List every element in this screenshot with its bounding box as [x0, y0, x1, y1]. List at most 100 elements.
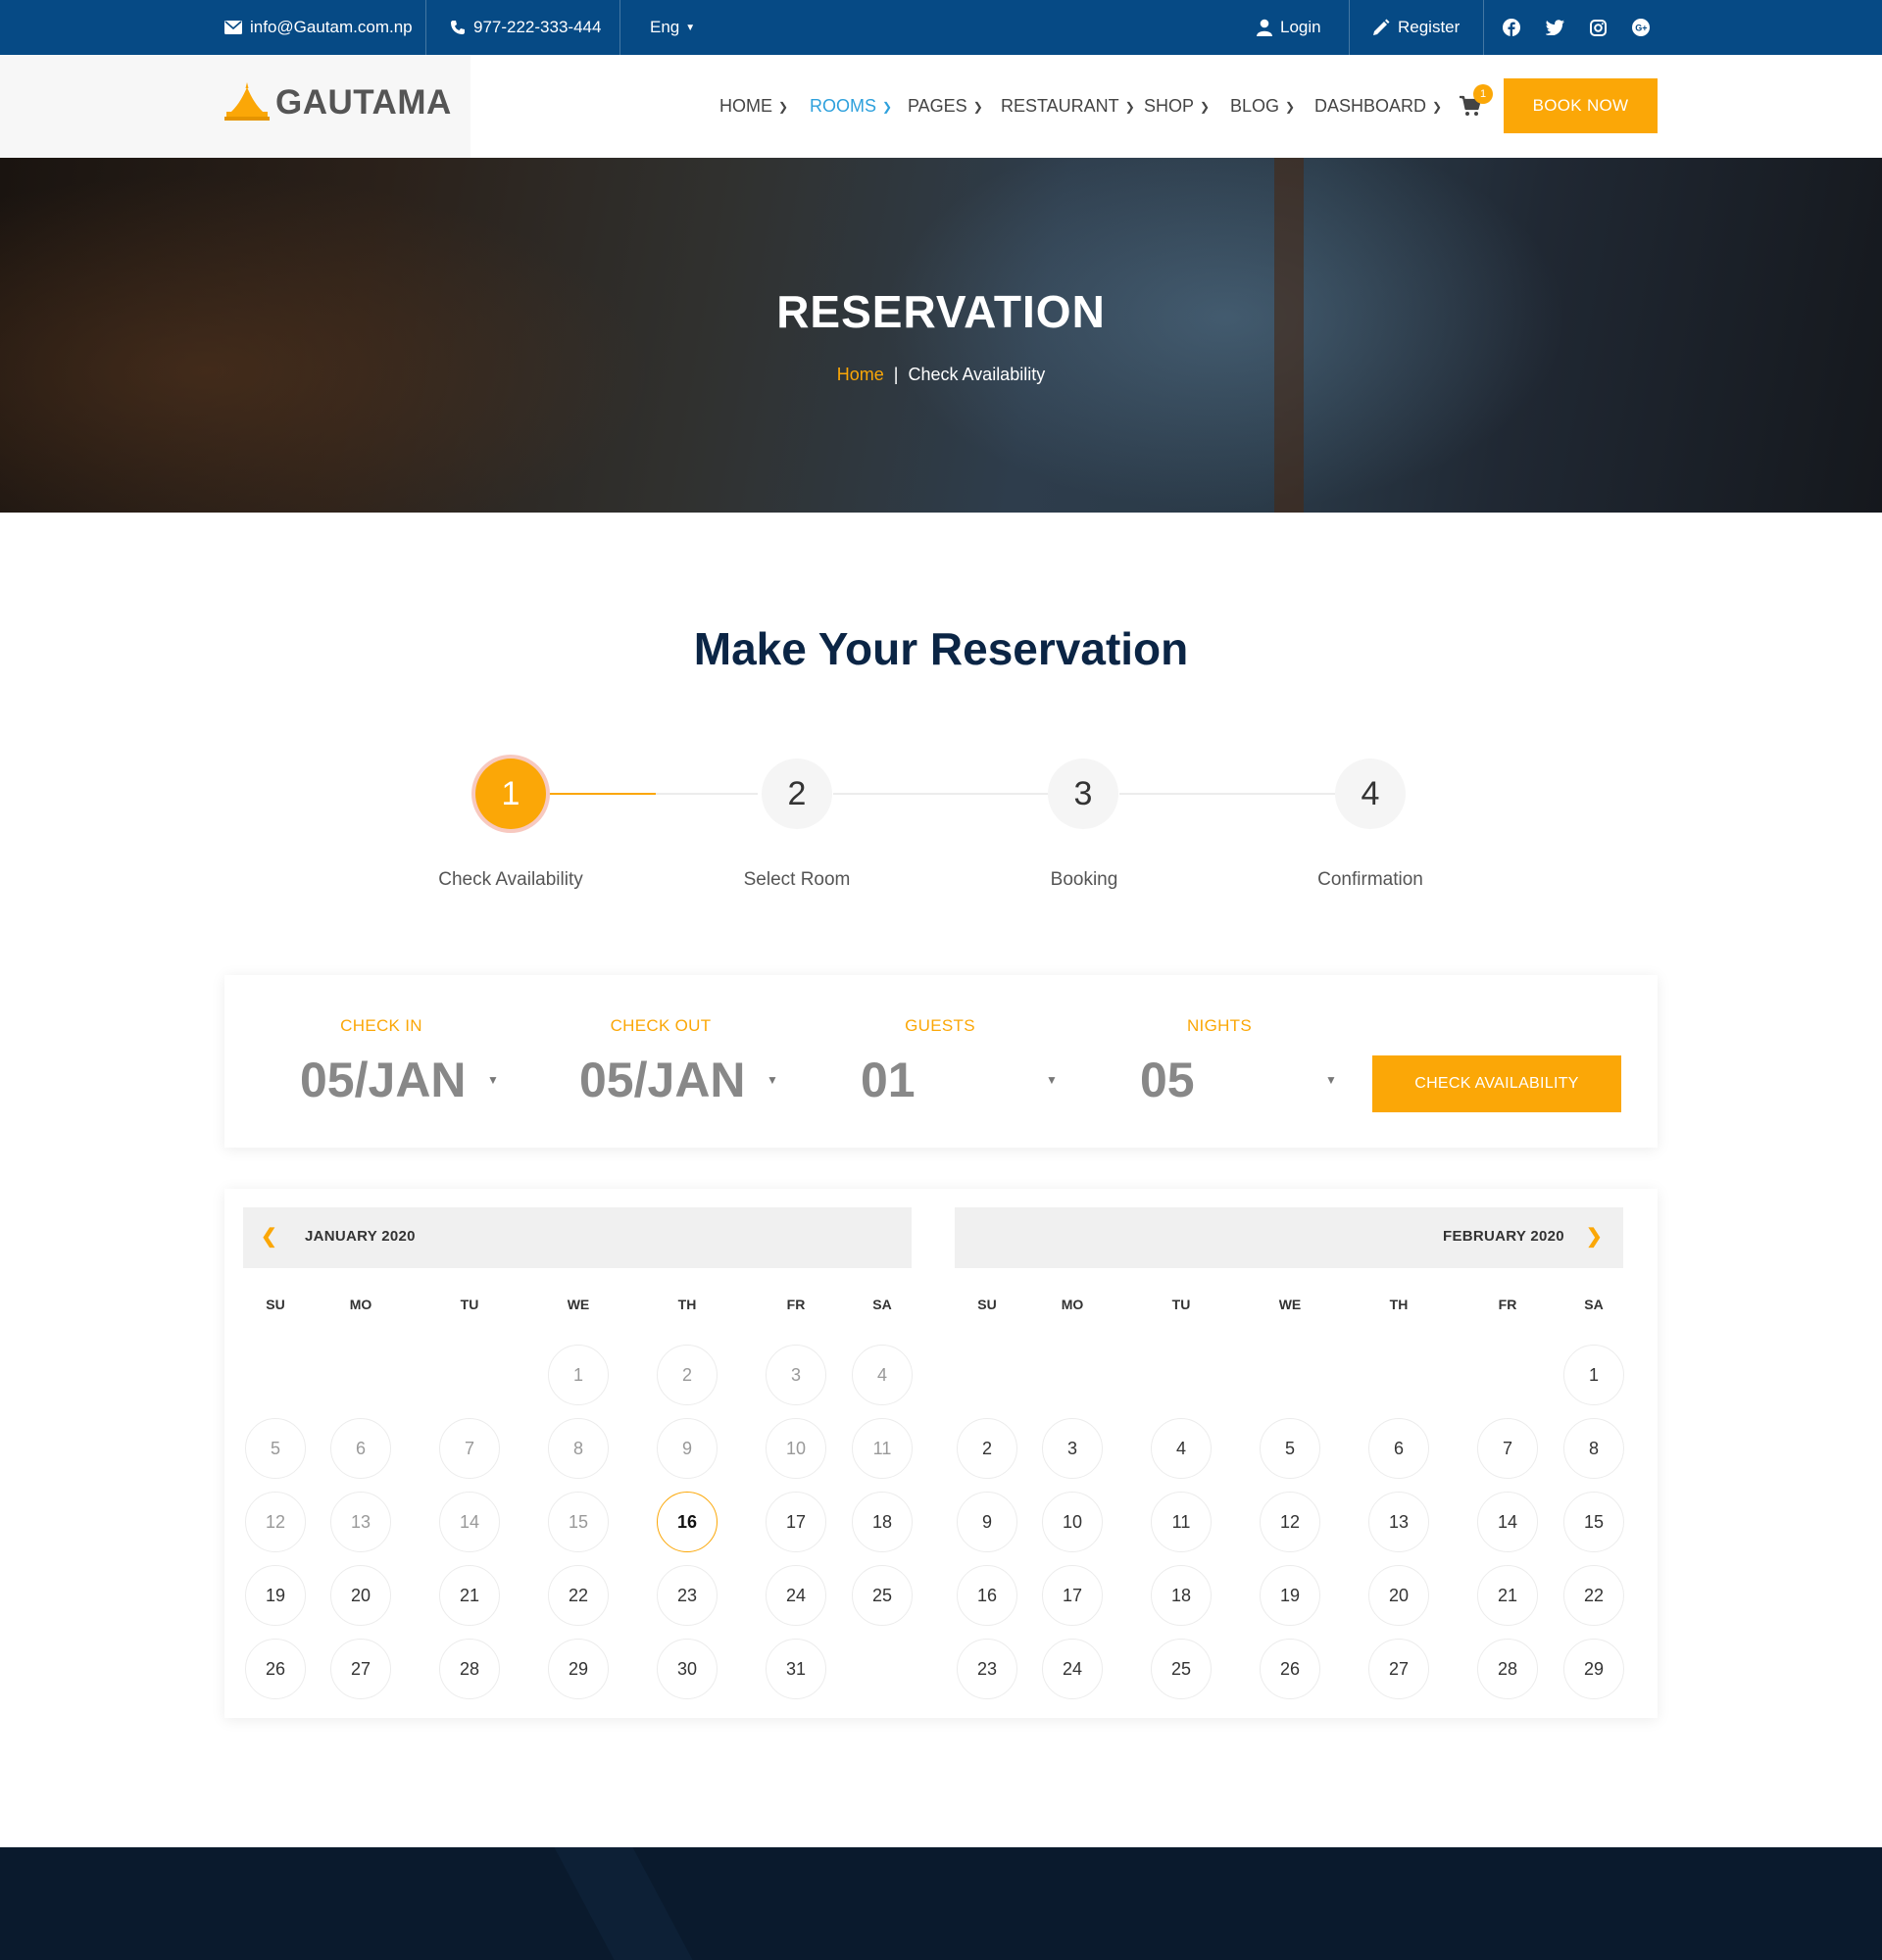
calendar-day[interactable]: 14: [1477, 1492, 1538, 1552]
calendar-day[interactable]: 10: [766, 1418, 826, 1479]
step-3-circle[interactable]: 3: [1048, 759, 1118, 829]
calendar-day[interactable]: 21: [1477, 1565, 1538, 1626]
calendar-day[interactable]: 28: [1477, 1639, 1538, 1699]
calendar-day[interactable]: 15: [548, 1492, 609, 1552]
calendar-day[interactable]: 1: [1563, 1345, 1624, 1405]
instagram-icon[interactable]: [1588, 18, 1608, 37]
calendar-day[interactable]: 14: [439, 1492, 500, 1552]
breadcrumb-home-link[interactable]: Home: [837, 365, 884, 384]
calendar-day[interactable]: 7: [1477, 1418, 1538, 1479]
calendar-day[interactable]: 24: [766, 1565, 826, 1626]
twitter-icon[interactable]: [1545, 18, 1564, 37]
calendar-day[interactable]: 16: [957, 1565, 1017, 1626]
weekday-header: SA: [1584, 1297, 1604, 1312]
calendar-day[interactable]: 8: [548, 1418, 609, 1479]
calendar-day[interactable]: 6: [330, 1418, 391, 1479]
email-link[interactable]: info@Gautam.com.np: [224, 0, 413, 55]
calendar-day[interactable]: 18: [1151, 1565, 1212, 1626]
google-plus-icon[interactable]: G+: [1631, 18, 1651, 37]
phone-link[interactable]: 977-222-333-444: [450, 0, 601, 55]
calendar-day[interactable]: 23: [957, 1639, 1017, 1699]
check-out-field[interactable]: CHECK OUT 05/JAN ▼: [504, 975, 783, 1148]
calendar-day[interactable]: 11: [1151, 1492, 1212, 1552]
nav-home[interactable]: HOME ❯: [719, 55, 788, 158]
top-bar: info@Gautam.com.np 977-222-333-444 Eng ▼…: [0, 0, 1882, 55]
calendar-day[interactable]: 4: [852, 1345, 913, 1405]
calendar-day[interactable]: 10: [1042, 1492, 1103, 1552]
guests-field[interactable]: GUESTS 01 ▼: [783, 975, 1063, 1148]
step-2-circle[interactable]: 2: [762, 759, 832, 829]
calendar-day[interactable]: 19: [1260, 1565, 1320, 1626]
calendar-day[interactable]: 7: [439, 1418, 500, 1479]
divider: [619, 0, 620, 55]
calendar-day[interactable]: 26: [245, 1639, 306, 1699]
calendar-day[interactable]: 19: [245, 1565, 306, 1626]
calendar-day[interactable]: 23: [657, 1565, 718, 1626]
calendar-day[interactable]: 9: [957, 1492, 1017, 1552]
calendar-day[interactable]: 5: [245, 1418, 306, 1479]
login-link[interactable]: Login: [1257, 0, 1321, 55]
calendar-day[interactable]: 30: [657, 1639, 718, 1699]
calendar-day[interactable]: 22: [548, 1565, 609, 1626]
calendar-day[interactable]: 6: [1368, 1418, 1429, 1479]
calendar-day[interactable]: 29: [548, 1639, 609, 1699]
calendar-day[interactable]: 25: [852, 1565, 913, 1626]
register-link[interactable]: Register: [1372, 0, 1460, 55]
chevron-left-icon[interactable]: ❮: [261, 1224, 277, 1249]
calendar-day[interactable]: 27: [330, 1639, 391, 1699]
calendar-day[interactable]: 29: [1563, 1639, 1624, 1699]
chevron-down-icon: ❯: [1200, 99, 1211, 114]
nav-pages[interactable]: PAGES ❯: [908, 55, 983, 158]
book-now-button[interactable]: BOOK NOW: [1504, 78, 1658, 133]
calendar-day[interactable]: 2: [657, 1345, 718, 1405]
calendar-day[interactable]: 9: [657, 1418, 718, 1479]
calendar-day[interactable]: 31: [766, 1639, 826, 1699]
step-4-circle[interactable]: 4: [1335, 759, 1406, 829]
nights-field[interactable]: NIGHTS 05 ▼: [1063, 975, 1342, 1148]
calendar-day[interactable]: 2: [957, 1418, 1017, 1479]
calendar-day[interactable]: 22: [1563, 1565, 1624, 1626]
chevron-down-icon: ❯: [1285, 99, 1296, 114]
calendar-day-today[interactable]: 16: [657, 1492, 718, 1552]
facebook-icon[interactable]: [1502, 18, 1521, 37]
check-in-field[interactable]: CHECK IN 05/JAN ▼: [224, 975, 504, 1148]
calendar-day[interactable]: 27: [1368, 1639, 1429, 1699]
calendar-day[interactable]: 5: [1260, 1418, 1320, 1479]
chevron-right-icon[interactable]: ❯: [1586, 1224, 1603, 1249]
calendar-day[interactable]: 21: [439, 1565, 500, 1626]
nav-blog[interactable]: BLOG ❯: [1230, 55, 1295, 158]
step-1-circle[interactable]: 1: [475, 759, 546, 829]
site-logo[interactable]: GAUTAMA: [224, 82, 452, 123]
nav-restaurant-label: RESTAURANT: [1001, 96, 1119, 116]
calendar-day[interactable]: 17: [766, 1492, 826, 1552]
calendar-day[interactable]: 11: [852, 1418, 913, 1479]
calendar-day[interactable]: 24: [1042, 1639, 1103, 1699]
calendar-day[interactable]: 20: [1368, 1565, 1429, 1626]
nav-restaurant[interactable]: RESTAURANT ❯: [1001, 55, 1135, 158]
nav-rooms[interactable]: ROOMS ❯: [810, 55, 892, 158]
calendar-day[interactable]: 13: [1368, 1492, 1429, 1552]
nav-shop[interactable]: SHOP ❯: [1144, 55, 1210, 158]
guests-value: 01: [861, 1053, 916, 1107]
calendar-day[interactable]: 17: [1042, 1565, 1103, 1626]
calendar-day[interactable]: 1: [548, 1345, 609, 1405]
check-availability-button[interactable]: CHECK AVAILABILITY: [1372, 1055, 1621, 1112]
calendar-day[interactable]: 13: [330, 1492, 391, 1552]
calendar-day[interactable]: 18: [852, 1492, 913, 1552]
calendar-day[interactable]: 4: [1151, 1418, 1212, 1479]
language-select[interactable]: Eng ▼: [650, 0, 695, 55]
calendar-day[interactable]: 28: [439, 1639, 500, 1699]
calendar-day[interactable]: 12: [1260, 1492, 1320, 1552]
calendar-day[interactable]: 8: [1563, 1418, 1624, 1479]
calendar-day[interactable]: 3: [1042, 1418, 1103, 1479]
calendar-day[interactable]: 25: [1151, 1639, 1212, 1699]
chevron-down-icon: ❯: [1432, 99, 1443, 114]
nav-dashboard[interactable]: DASHBOARD ❯: [1314, 55, 1442, 158]
calendar-day[interactable]: 3: [766, 1345, 826, 1405]
calendar-day[interactable]: 15: [1563, 1492, 1624, 1552]
site-footer: [0, 1847, 1882, 1960]
calendar-day[interactable]: 12: [245, 1492, 306, 1552]
calendar-day[interactable]: 20: [330, 1565, 391, 1626]
calendar-day[interactable]: 26: [1260, 1639, 1320, 1699]
weekday-header: MO: [1061, 1297, 1084, 1312]
